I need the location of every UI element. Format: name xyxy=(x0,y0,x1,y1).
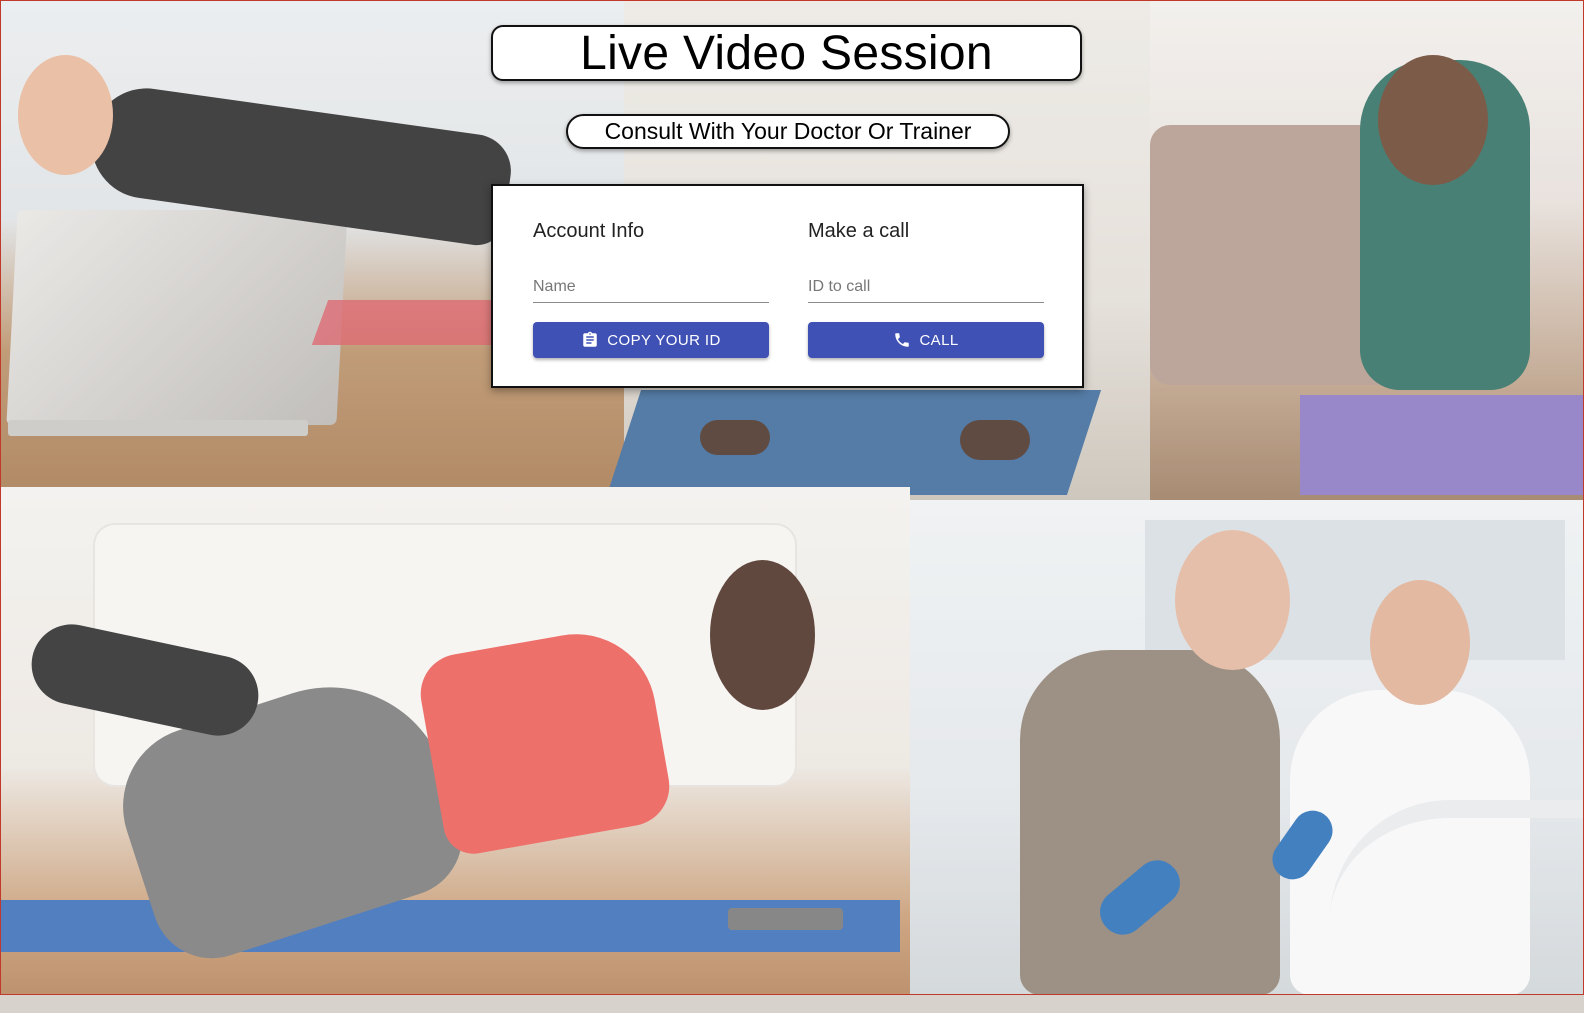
copy-id-button[interactable]: COPY YOUR ID xyxy=(533,322,769,358)
name-field xyxy=(533,274,769,303)
account-info-heading: Account Info xyxy=(533,220,645,242)
page-title: Live Video Session xyxy=(580,26,993,80)
phone-icon xyxy=(895,333,910,347)
subtitle-banner: Consult With Your Doctor Or Trainer xyxy=(566,114,1010,149)
page-subtitle: Consult With Your Doctor Or Trainer xyxy=(604,118,972,144)
background-overlay xyxy=(0,0,1584,995)
call-button[interactable]: CALL xyxy=(808,322,1044,358)
session-card: Account Info COPY YOUR ID Make a call CA… xyxy=(491,184,1084,388)
id-to-call-input[interactable] xyxy=(808,274,1044,300)
copy-id-button-label: COPY YOUR ID xyxy=(607,331,721,349)
title-banner: Live Video Session xyxy=(491,25,1082,81)
id-to-call-field xyxy=(808,274,1044,303)
call-button-label: CALL xyxy=(919,331,959,349)
clipboard-icon xyxy=(583,331,598,347)
make-call-heading: Make a call xyxy=(808,220,910,242)
name-input[interactable] xyxy=(533,274,769,300)
